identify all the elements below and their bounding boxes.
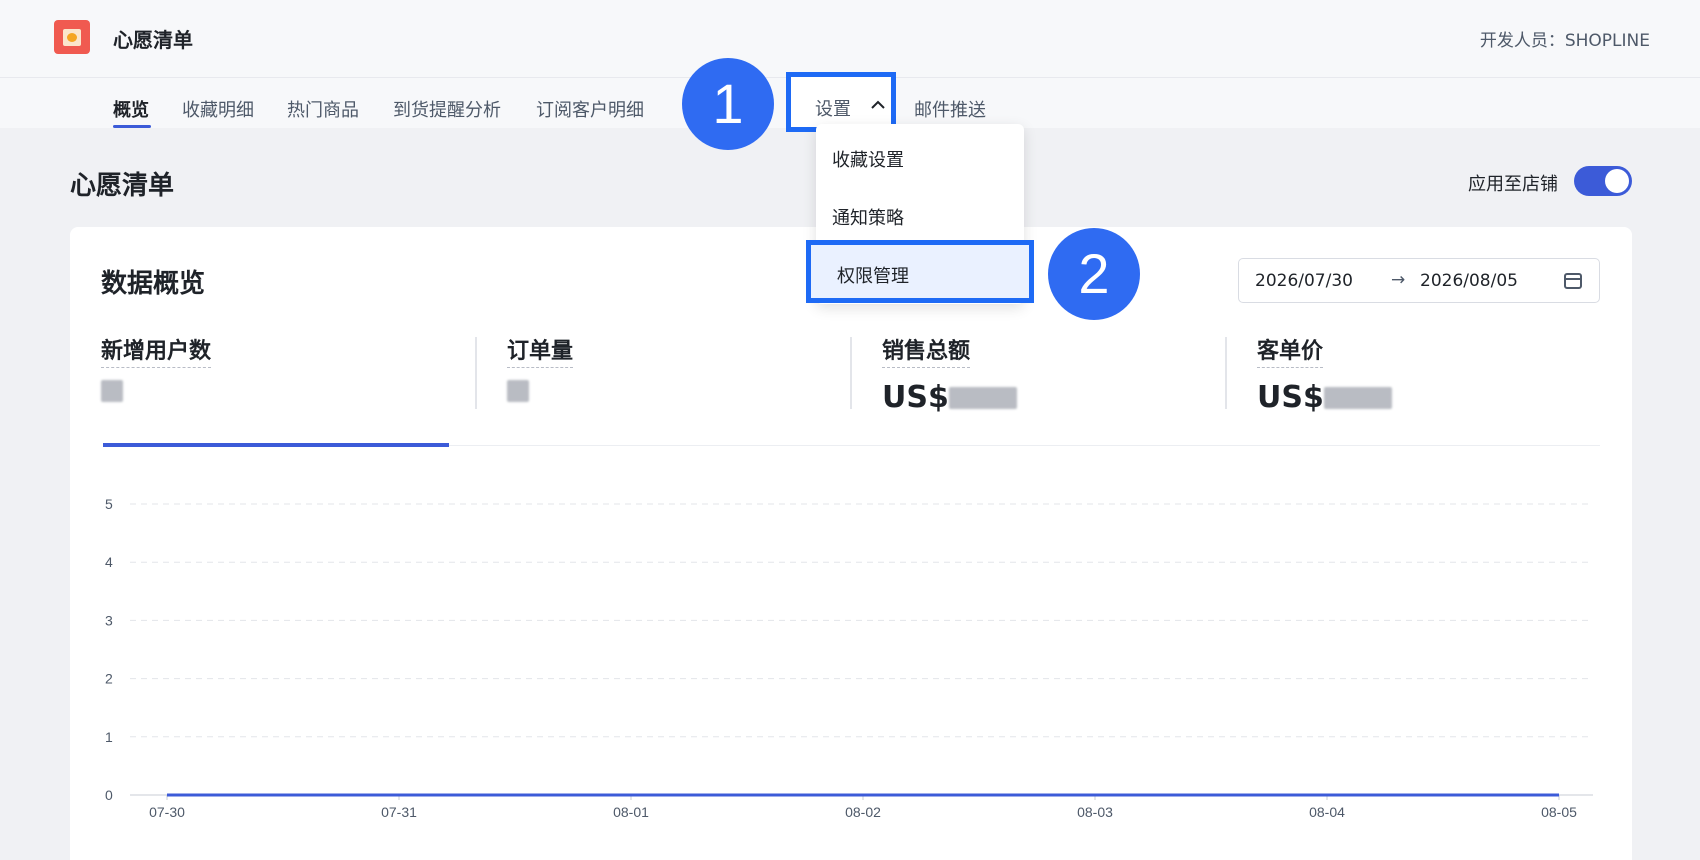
menu-item-notification-policy[interactable]: 通知策略: [832, 204, 904, 230]
y-tick-label: 4: [105, 554, 113, 570]
tab-settings-label: 设置: [815, 99, 851, 120]
tab-subscriber-detail[interactable]: 订阅客户明细: [536, 96, 644, 122]
tab-favorites-detail[interactable]: 收藏明细: [182, 96, 254, 122]
menu-item-permission-management[interactable]: 权限管理: [806, 240, 1034, 303]
x-tick-label: 08-04: [1309, 804, 1345, 820]
app-header: 心愿清单 开发人员：SHOPLINE: [0, 0, 1700, 78]
step-1-badge: 1: [682, 58, 774, 150]
x-tick-label: 08-01: [613, 804, 649, 820]
page-title: 心愿清单: [70, 171, 175, 201]
step-2-badge: 2: [1048, 228, 1140, 320]
y-tick-label: 2: [105, 671, 113, 687]
tab-email-push[interactable]: 邮件推送: [914, 96, 986, 122]
apply-to-store-label: 应用至店铺: [1468, 174, 1558, 195]
tab-settings[interactable]: 设置: [786, 72, 896, 132]
app-title: 心愿清单: [113, 28, 193, 52]
x-tick-label: 07-31: [381, 804, 417, 820]
y-tick-label: 5: [105, 496, 113, 512]
line-chart: 0 1 2 3 4 5 07-30 07-31 08-01 08-02 08-03 08-04 08-0…: [105, 496, 1593, 820]
gift-icon: [63, 29, 81, 46]
apply-to-store-toggle[interactable]: [1574, 166, 1632, 196]
x-tick-label: 08-05: [1541, 804, 1577, 820]
app-logo-icon: [54, 20, 90, 54]
developer-label: 开发人员：SHOPLINE: [1479, 31, 1650, 51]
x-tick-label: 07-30: [149, 804, 185, 820]
tab-restock-analysis[interactable]: 到货提醒分析: [393, 96, 501, 122]
tab-overview[interactable]: 概览: [113, 96, 149, 122]
tab-hot-products[interactable]: 热门商品: [287, 96, 359, 122]
x-tick-label: 08-03: [1077, 804, 1113, 820]
y-tick-label: 3: [105, 612, 113, 628]
menu-item-favorite-settings[interactable]: 收藏设置: [832, 146, 904, 172]
y-tick-label: 1: [105, 729, 113, 745]
toggle-knob: [1605, 169, 1629, 193]
active-tab-indicator: [113, 125, 151, 128]
menu-item-label: 权限管理: [837, 266, 909, 287]
overview-card: 数据概览 2026/07/30 → 2026/08/05 新增用户数 订单量 销…: [70, 227, 1632, 860]
y-tick-label: 0: [105, 787, 113, 803]
chevron-up-icon: [871, 95, 885, 114]
x-tick-label: 08-02: [845, 804, 881, 820]
